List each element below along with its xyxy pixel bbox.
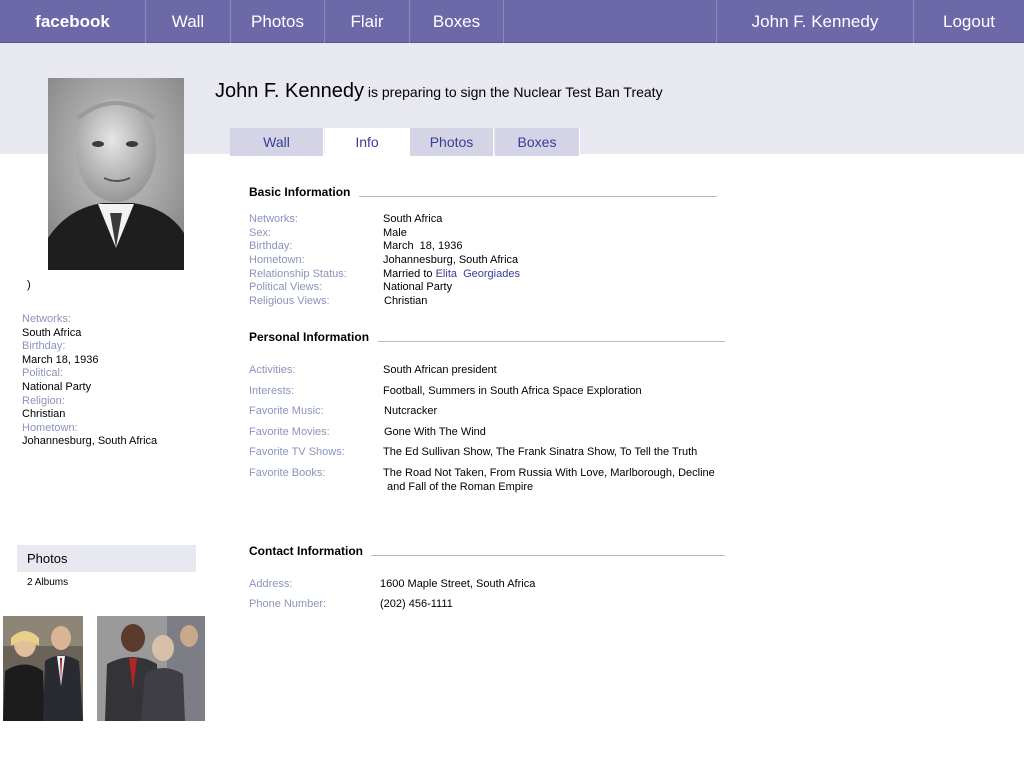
value-religious-views: Christian: [384, 295, 428, 307]
label-address: Address:: [249, 578, 293, 590]
sidebar-value-political: National Party: [22, 380, 92, 393]
value-favorite-music: Nutcracker: [384, 405, 438, 417]
relationship-text: Married to: [383, 268, 433, 280]
tab-boxes[interactable]: Boxes: [495, 128, 580, 156]
basic-information-heading: Basic Information: [249, 185, 351, 199]
value-sex: Male: [383, 227, 407, 239]
value-interests: Football, Summers in South Africa Space …: [383, 385, 642, 397]
sidebar-value-birthday: March 18, 1936: [22, 353, 99, 366]
profile-picture[interactable]: [48, 78, 184, 270]
value-activities: South African president: [383, 364, 497, 376]
label-favorite-tv-shows: Favorite TV Shows:: [249, 446, 345, 458]
label-relationship-status: Relationship Status:: [249, 268, 347, 280]
section-divider: [371, 555, 725, 556]
value-phone-number: (202) 456-1111: [380, 598, 453, 610]
value-favorite-books: The Road Not Taken, From Russia With Lov…: [383, 467, 715, 479]
contact-information-heading: Contact Information: [249, 544, 363, 558]
profile-status: is preparing to sign the Nuclear Test Ba…: [367, 84, 663, 100]
nav-wall-link[interactable]: Wall: [146, 0, 230, 43]
label-sex: Sex:: [249, 227, 272, 239]
spouse-link[interactable]: Elita Georgiades: [436, 268, 520, 280]
tab-info[interactable]: Info: [325, 128, 410, 156]
tab-wall[interactable]: Wall: [230, 128, 324, 156]
label-political-views: Political Views:: [249, 281, 323, 293]
sidebar-value-networks: South Africa: [22, 326, 82, 339]
label-birthday: Birthday:: [249, 240, 293, 252]
label-favorite-books: Favorite Books:: [249, 467, 326, 479]
photo-thumbnail-image: [3, 616, 83, 721]
photo-thumbnail[interactable]: [3, 616, 83, 721]
nav-photos-link[interactable]: Photos: [231, 0, 324, 43]
sidebar-label-religion: Religion:: [22, 394, 65, 407]
sidebar-label-networks: Networks:: [22, 313, 71, 325]
label-interests: Interests:: [249, 385, 295, 397]
photo-thumbnail[interactable]: [97, 616, 205, 721]
profile-name: John F. Kennedy: [215, 80, 364, 102]
sidebar-value-hometown: Johannesburg, South Africa: [22, 435, 158, 448]
value-favorite-tv-shows: The Ed Sullivan Show, The Frank Sinatra …: [383, 446, 698, 458]
logout-link[interactable]: Logout: [914, 0, 1024, 43]
value-hometown: Johannesburg, South Africa: [383, 254, 519, 266]
nav-divider: [503, 0, 504, 43]
facebook-logo-link[interactable]: facebook: [0, 0, 145, 43]
profile-headline: John F. Kennedy is preparing to sign the…: [215, 80, 663, 103]
label-activities: Activities:: [249, 364, 296, 376]
value-networks: South Africa: [383, 213, 443, 225]
label-favorite-music: Favorite Music:: [249, 405, 324, 417]
label-networks: Networks:: [249, 213, 298, 225]
sidebar-label-hometown: Hometown:: [22, 421, 78, 434]
nav-user-name-link[interactable]: John F. Kennedy: [717, 0, 913, 43]
nav-boxes-link[interactable]: Boxes: [410, 0, 503, 43]
value-relationship-status: Married to Elita Georgiades: [383, 268, 520, 280]
albums-count-link[interactable]: 2 Albums: [27, 577, 68, 588]
portrait-image: [48, 78, 184, 270]
label-phone-number: Phone Number:: [249, 598, 327, 610]
section-divider: [378, 341, 725, 342]
photo-thumbnail-image: [97, 616, 205, 721]
value-birthday: March 18, 1936: [383, 240, 463, 252]
sidebar-value-religion: Christian: [22, 408, 66, 421]
label-favorite-movies: Favorite Movies:: [249, 426, 330, 438]
stray-parenthesis-text: ): [27, 279, 31, 291]
sidebar-label-political: Political:: [22, 367, 63, 380]
value-favorite-movies: Gone With The Wind: [384, 426, 486, 438]
value-address: 1600 Maple Street, South Africa: [380, 578, 536, 590]
sidebar-info-list: Networks: South Africa Birthday: March 1…: [22, 313, 157, 449]
label-hometown: Hometown:: [249, 254, 305, 266]
value-favorite-books-continued: and Fall of the Roman Empire: [387, 481, 534, 493]
value-political-views: National Party: [383, 281, 453, 293]
personal-information-heading: Personal Information: [249, 330, 370, 344]
label-religious-views: Religious Views:: [249, 295, 330, 307]
nav-flair-link[interactable]: Flair: [325, 0, 409, 43]
sidebar-photos-header[interactable]: Photos: [17, 545, 196, 572]
top-navigation-bar: facebook Wall Photos Flair Boxes John F.…: [0, 0, 1024, 43]
section-divider: [359, 196, 717, 197]
tab-photos[interactable]: Photos: [410, 128, 494, 156]
sidebar-label-birthday: Birthday:: [22, 340, 66, 353]
